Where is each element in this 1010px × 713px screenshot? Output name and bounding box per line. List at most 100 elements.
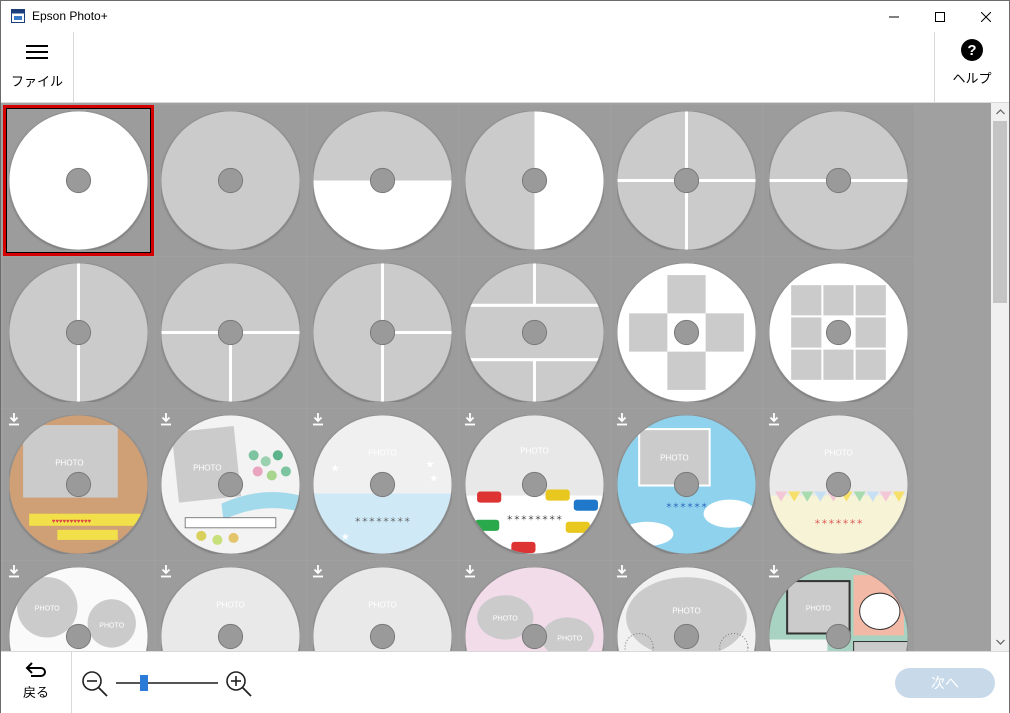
download-icon — [313, 565, 323, 578]
svg-text:PHOTO: PHOTO — [55, 458, 83, 467]
disc-label-preview — [465, 263, 604, 402]
disc-label-preview — [769, 111, 908, 250]
template-tile-cross-squares[interactable] — [611, 257, 762, 408]
template-tile-grid-squares[interactable] — [763, 257, 914, 408]
template-tile-half-horizontal[interactable] — [307, 105, 458, 256]
disc-label-preview — [465, 111, 604, 250]
download-icon — [769, 413, 779, 426]
svg-text:PHOTO: PHOTO — [557, 636, 582, 643]
template-tile-sky-birds[interactable]: PHOTO ＊＊＊＊＊＊ — [611, 409, 762, 560]
help-button[interactable]: ? ヘルプ — [934, 32, 1009, 102]
download-icon — [161, 413, 171, 426]
disc-label-preview: PHOTO — [313, 567, 452, 651]
disc-label-preview: PHOTO ＊＊＊＊＊＊＊＊ — [465, 415, 604, 554]
svg-text:★: ★ — [331, 463, 340, 474]
maximize-button[interactable] — [917, 1, 963, 32]
zoom-slider-thumb[interactable] — [139, 675, 148, 691]
svg-text:＊＊＊＊＊＊: ＊＊＊＊＊＊ — [665, 503, 707, 510]
back-arrow-icon — [25, 662, 46, 677]
download-icon — [617, 413, 627, 426]
close-button[interactable] — [963, 1, 1009, 32]
download-icon — [9, 413, 19, 426]
svg-text:PHOTO: PHOTO — [520, 446, 548, 455]
disc-label-preview: PHOTO — [617, 567, 756, 651]
bottom-bar: 戻る 次へ — [1, 651, 1009, 713]
svg-text:PHOTO: PHOTO — [193, 463, 221, 472]
template-tile-kraft-stars[interactable]: PHOTO ♥♥♥♥♥♥♥♥♥♥♥ — [3, 409, 154, 560]
download-icon — [465, 565, 475, 578]
template-tile-t-split-right[interactable] — [307, 257, 458, 408]
disc-label-preview: PHOTO — [769, 567, 908, 651]
disc-label-preview — [617, 263, 756, 402]
vertical-scrollbar[interactable] — [991, 103, 1009, 651]
zoom-slider-track[interactable] — [116, 682, 218, 684]
disc-label-preview — [769, 263, 908, 402]
svg-text:PHOTO: PHOTO — [493, 615, 518, 622]
template-tile-triple-rows[interactable] — [459, 257, 610, 408]
template-tile-watercolor-dots[interactable]: PHOTO — [155, 409, 306, 560]
template-tile-quarters[interactable] — [611, 105, 762, 256]
maximize-icon — [935, 11, 945, 22]
template-tile-bunting[interactable]: PHOTO ＊＊＊＊＊＊＊ — [763, 409, 914, 560]
svg-text:★: ★ — [429, 473, 438, 484]
svg-text:★: ★ — [425, 459, 434, 470]
zoom-out-icon[interactable] — [81, 670, 109, 698]
svg-text:PHOTO: PHOTO — [806, 605, 831, 612]
hamburger-menu-icon — [26, 45, 48, 59]
template-tile-cars[interactable]: PHOTO ＊＊＊＊＊＊＊＊ — [459, 409, 610, 560]
download-icon — [465, 413, 475, 426]
disc-label-preview — [313, 111, 452, 250]
template-tile-t-split-down[interactable] — [155, 257, 306, 408]
template-tile-sky-stars[interactable]: PHOTO ＊＊＊＊＊＊＊＊ ★ ★ ★ ★ — [307, 409, 458, 560]
disc-label-preview — [161, 263, 300, 402]
template-tile-balloons-two-photo[interactable]: PHOTO PHOTO — [3, 561, 154, 651]
disc-label-preview: PHOTO ＊＊＊＊＊＊＊ — [769, 415, 908, 554]
template-tile-blank-white[interactable] — [3, 105, 154, 256]
scroll-up-button[interactable] — [991, 103, 1009, 121]
disc-label-preview: PHOTO ＊＊＊＊＊＊ — [617, 415, 756, 554]
svg-text:＊＊＊＊＊＊＊＊: ＊＊＊＊＊＊＊＊ — [506, 515, 562, 522]
download-icon — [313, 413, 323, 426]
svg-text:?: ? — [967, 42, 976, 59]
file-menu-label: ファイル — [10, 74, 63, 89]
svg-text:PHOTO: PHOTO — [660, 453, 688, 462]
download-icon — [9, 565, 19, 578]
back-button[interactable]: 戻る — [1, 652, 72, 713]
svg-text:PHOTO: PHOTO — [368, 448, 396, 457]
template-tile-horizontal-divider[interactable] — [763, 105, 914, 256]
help-label: ヘルプ — [952, 71, 992, 86]
template-tile-lace[interactable]: PHOTO — [611, 561, 762, 651]
template-tile-green-stripe[interactable]: PHOTO — [307, 561, 458, 651]
svg-text:PHOTO: PHOTO — [99, 622, 124, 629]
template-tile-full-photo[interactable] — [155, 105, 306, 256]
svg-text:PHOTO: PHOTO — [216, 600, 244, 609]
title-bar: Epson Photo+ — [1, 1, 1009, 32]
download-icon — [769, 565, 779, 578]
disc-label-preview: PHOTO PHOTO — [465, 567, 604, 651]
svg-text:PHOTO: PHOTO — [672, 606, 700, 615]
svg-text:♥♥♥♥♥♥♥♥♥♥♥: ♥♥♥♥♥♥♥♥♥♥♥ — [52, 519, 92, 525]
disc-label-preview: PHOTO＊＊＊＊＊＊＊＊★ ★★★ — [313, 415, 452, 554]
zoom-in-icon[interactable] — [225, 670, 253, 698]
minimize-icon — [889, 16, 899, 17]
svg-text:PHOTO: PHOTO — [368, 600, 396, 609]
template-tile-half-vertical[interactable] — [459, 105, 610, 256]
template-tile-stamps[interactable]: PHOTO — [155, 561, 306, 651]
svg-text:PHOTO: PHOTO — [824, 448, 852, 457]
disc-label-preview — [617, 111, 756, 250]
app-window: Epson Photo+ ファイル ? ヘルプ PHOTO ♥♥♥♥♥♥♥♥♥♥… — [0, 0, 1010, 713]
file-menu-button[interactable]: ファイル — [1, 32, 74, 102]
template-tile-pink-cloud-two-photo[interactable]: PHOTO PHOTO — [459, 561, 610, 651]
scroll-down-button[interactable] — [991, 633, 1009, 651]
disc-label-preview: PHOTO — [161, 415, 300, 554]
svg-text:PHOTO: PHOTO — [35, 605, 60, 612]
close-icon — [981, 11, 991, 22]
template-tile-comic-panels[interactable]: PHOTO — [763, 561, 914, 651]
toolbar: ファイル ? ヘルプ — [1, 32, 1009, 103]
scrollbar-thumb[interactable] — [993, 121, 1007, 303]
minimize-button[interactable] — [871, 1, 917, 32]
next-button[interactable]: 次へ — [895, 668, 995, 698]
template-tile-vertical-divider[interactable] — [3, 257, 154, 408]
disc-label-preview: PHOTO PHOTO — [9, 567, 148, 651]
window-title: Epson Photo+ — [32, 9, 108, 23]
